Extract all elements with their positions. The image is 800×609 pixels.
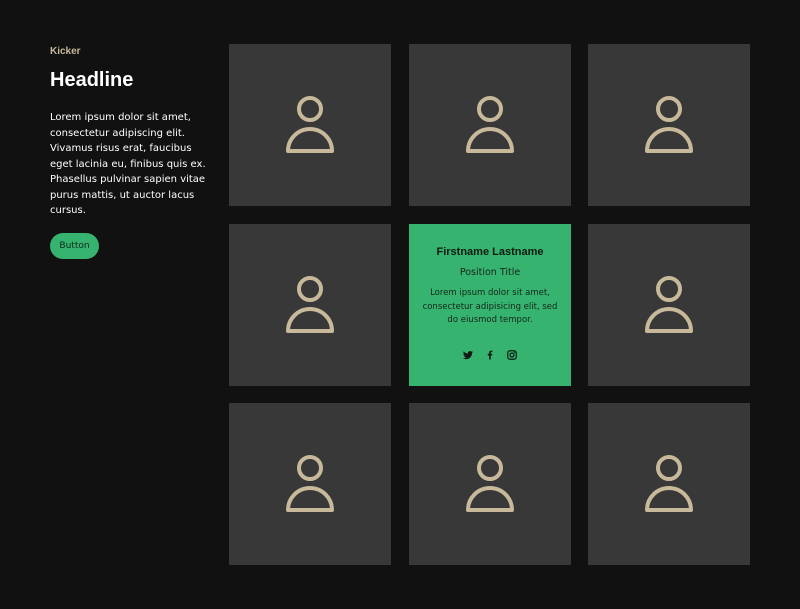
team-member-tile[interactable] [229,403,391,565]
user-icon [286,96,334,153]
user-icon [645,455,693,512]
team-member-tile[interactable] [229,44,391,206]
team-member-tile[interactable] [229,224,391,386]
kicker: Kicker [50,46,81,57]
user-icon [286,455,334,512]
team-grid: Firstname Lastname Position Title Lorem … [229,44,750,565]
member-name: Firstname Lastname [436,246,544,258]
user-icon [466,455,514,512]
member-bio: Lorem ipsum dolor sit amet, consectetur … [422,288,558,325]
user-icon [286,276,334,333]
member-position: Position Title [459,267,521,278]
team-section: Kicker Headline Lorem ipsum dolor sit am… [0,0,800,609]
headline: Headline [50,69,134,91]
team-member-tile[interactable] [588,44,750,206]
team-member-tile[interactable] [409,403,571,565]
team-member-tile[interactable] [409,44,571,206]
instagram-icon[interactable] [506,349,518,361]
intro-body: Lorem ipsum dolor sit amet, consectetur … [50,112,206,216]
user-icon [466,96,514,153]
team-member-tile[interactable] [588,403,750,565]
team-member-tile-active[interactable]: Firstname Lastname Position Title Lorem … [409,224,571,386]
social-links [409,349,571,361]
team-member-tile[interactable] [588,224,750,386]
facebook-icon[interactable] [484,349,496,361]
user-icon [645,276,693,333]
twitter-icon[interactable] [462,349,474,361]
intro-block: Kicker Headline Lorem ipsum dolor sit am… [50,46,215,259]
user-icon [645,96,693,153]
cta-button[interactable]: Button [50,232,99,259]
